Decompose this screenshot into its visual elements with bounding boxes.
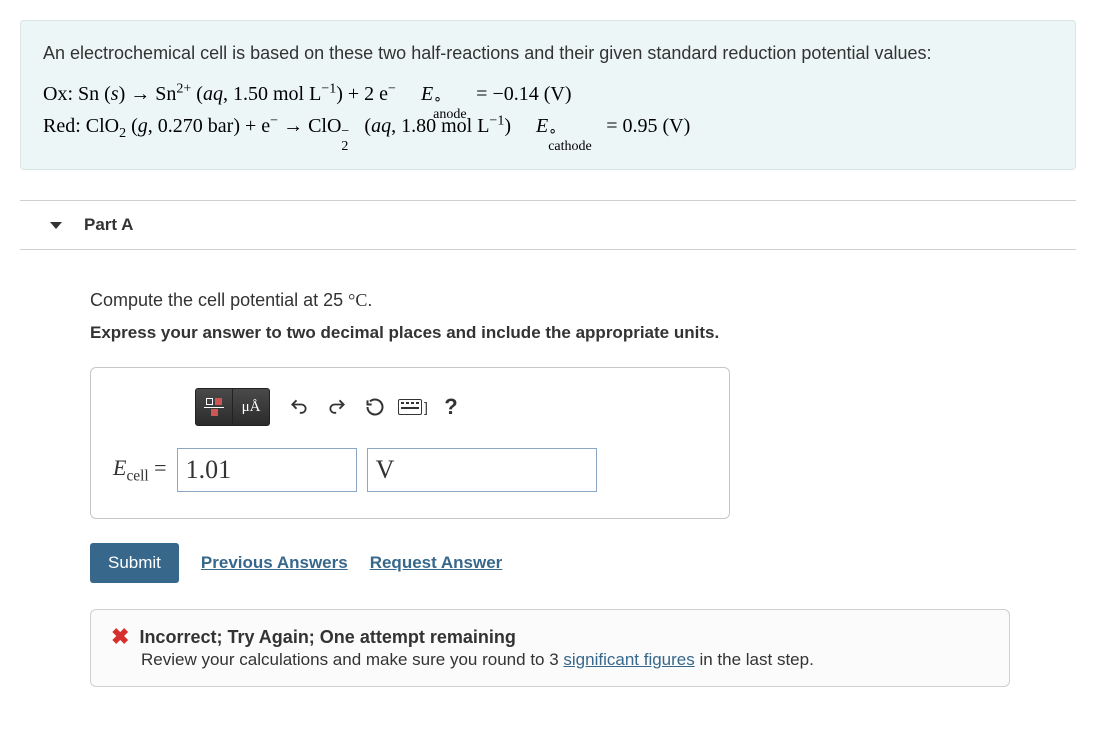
feedback-body: Review your calculations and make sure y… bbox=[141, 650, 989, 670]
feedback-title: Incorrect; Try Again; One attempt remain… bbox=[139, 627, 515, 648]
sn-conc: 1.50 bbox=[233, 83, 268, 105]
prompt-2: Express your answer to two decimal place… bbox=[90, 323, 1046, 343]
help-icon[interactable]: ? bbox=[432, 388, 470, 426]
answer-lhs: Ecell = bbox=[113, 455, 167, 485]
problem-statement: An electrochemical cell is based on thes… bbox=[20, 20, 1076, 170]
answer-box: μÅ ] ? Ecell = 1.01 V bbox=[90, 367, 730, 519]
fraction-tool-icon[interactable] bbox=[195, 388, 233, 426]
clo2-pressure: 0.270 bbox=[158, 115, 203, 137]
value-input[interactable]: 1.01 bbox=[177, 448, 357, 492]
equation-toolbar: μÅ ] ? bbox=[195, 388, 707, 426]
action-row: Submit Previous Answers Request Answer bbox=[90, 543, 1046, 583]
units-tool-icon[interactable]: μÅ bbox=[233, 388, 270, 426]
undo-icon[interactable] bbox=[280, 388, 318, 426]
red-label: Red: bbox=[43, 115, 81, 137]
caret-down-icon bbox=[50, 222, 62, 229]
redo-icon[interactable] bbox=[318, 388, 356, 426]
prompt-1: Compute the cell potential at 25 °C. bbox=[90, 290, 1046, 311]
e-anode-value: −0.14 (V) bbox=[492, 83, 571, 105]
part-a-header[interactable]: Part A bbox=[20, 200, 1076, 250]
e-cathode-value: 0.95 (V) bbox=[623, 115, 691, 137]
half-reactions: Ox: Sn (s) → Sn2+ (aq, 1.50 mol L−1) + 2… bbox=[43, 78, 1053, 145]
unit-input[interactable]: V bbox=[367, 448, 597, 492]
reset-icon[interactable] bbox=[356, 388, 394, 426]
feedback-box: ✖ Incorrect; Try Again; One attempt rema… bbox=[90, 609, 1010, 687]
ox-label: Ox: bbox=[43, 83, 73, 105]
e-cathode-sub: cathode bbox=[548, 136, 592, 158]
e-anode-sub: anode bbox=[433, 104, 466, 126]
part-title: Part A bbox=[84, 215, 133, 235]
keyboard-icon[interactable]: ] bbox=[394, 388, 432, 426]
sig-fig-link[interactable]: significant figures bbox=[563, 650, 694, 669]
previous-answers-link[interactable]: Previous Answers bbox=[201, 553, 348, 573]
submit-button[interactable]: Submit bbox=[90, 543, 179, 583]
clo2minus-conc: 1.80 bbox=[401, 115, 436, 137]
problem-intro: An electrochemical cell is based on thes… bbox=[43, 39, 1053, 68]
request-answer-link[interactable]: Request Answer bbox=[370, 553, 503, 573]
answer-row: Ecell = 1.01 V bbox=[113, 448, 707, 492]
incorrect-icon: ✖ bbox=[111, 626, 129, 648]
